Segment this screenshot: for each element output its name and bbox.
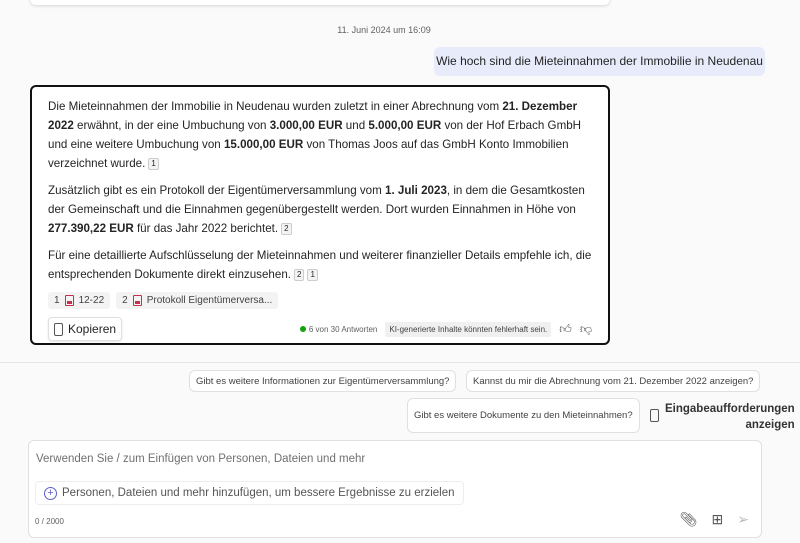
citation[interactable]: 1 [148, 158, 159, 170]
text: Für eine detaillierte Aufschlüsselung de… [48, 249, 592, 281]
suggestion-chip[interactable]: Gibt es weitere Dokumente zu den Mietein… [407, 398, 640, 433]
response-footer: Kopieren 6 von 30 Antworten KI-generiert… [48, 317, 592, 341]
response-paragraph-3: Für eine detaillierte Aufschlüsselung de… [48, 246, 592, 284]
copy-label: Kopieren [68, 322, 117, 336]
pdf-icon [132, 295, 142, 306]
plus-icon: + [44, 486, 57, 500]
attach-icon[interactable]: 📎︎ [680, 511, 698, 528]
pdf-icon [64, 295, 74, 306]
citation[interactable]: 2 [293, 269, 305, 281]
suggestion-chip[interactable]: Kannst du mir die Abrechnung vom 21. Dez… [466, 370, 761, 392]
response-paragraph-1: Die Mieteinnahmen der Immobilie in Neude… [48, 97, 592, 173]
send-icon[interactable]: ➢ [737, 511, 749, 528]
add-context-button[interactable]: + Personen, Dateien und mehr hinzufügen, … [35, 481, 464, 505]
amount: 15.000,00 EUR [223, 138, 304, 151]
message-input-placeholder[interactable]: Verwenden Sie / zum Einfügen von Persone… [36, 453, 365, 465]
references: 1 12-22 2 Protokoll Eigentümerversa... [48, 292, 592, 309]
message-input-box[interactable]: Verwenden Sie / zum Einfügen von Persone… [28, 440, 762, 538]
copy-button[interactable]: Kopieren [48, 317, 123, 341]
text: und [342, 119, 369, 132]
add-context-label: Personen, Dateien und mehr hinzufügen, u… [62, 487, 455, 499]
previous-message-card [30, 0, 610, 5]
amount: 5.000,00 EUR [368, 119, 442, 132]
text: Die Mieteinnahmen der Immobilie in Neude… [48, 100, 503, 113]
copy-icon [54, 322, 63, 336]
citation[interactable]: 2 [281, 223, 292, 235]
char-count: 0 / 2000 [35, 517, 64, 526]
show-prompts-button[interactable]: Eingabeaufforderungen anzeigen [650, 401, 795, 433]
divider [0, 362, 800, 363]
response-card: Die Mieteinnahmen der Immobilie in Neude… [30, 85, 610, 345]
reference-number: 1 [54, 295, 60, 306]
reference-1[interactable]: 1 12-22 [48, 292, 111, 309]
answer-count-text: 6 von 30 Antworten [308, 324, 378, 334]
amount: 277.390,22 EUR [48, 222, 134, 235]
reference-2[interactable]: 2 Protokoll Eigentümerversa... [116, 292, 279, 309]
thumbs-down-icon[interactable]: 👎︎ [580, 322, 592, 337]
status-dot-icon [299, 325, 306, 332]
date: 1. Juli 2023 [385, 184, 447, 197]
text: Zusätzlich gibt es ein Protokoll der Eig… [48, 184, 386, 197]
ai-disclaimer: KI-generierte Inhalte könnten fehlerhaft… [385, 321, 552, 337]
reference-label: Protokoll Eigentümerversa... [146, 295, 273, 306]
user-message: Wie hoch sind die Mieteinnahmen der Immo… [434, 47, 765, 76]
text: erwähnt, in der eine Umbuchung von [73, 119, 270, 132]
citation[interactable]: 1 [307, 269, 318, 281]
apps-icon[interactable]: ⊞ [712, 511, 724, 528]
prompts-label: Eingabeaufforderungen [665, 403, 795, 415]
prompts-label: anzeigen [745, 419, 795, 431]
thumbs-up-icon[interactable]: 👍︎ [559, 322, 572, 337]
answer-count: 6 von 30 Antworten [299, 324, 378, 334]
amount: 3.000,00 EUR [269, 119, 343, 132]
response-paragraph-2: Zusätzlich gibt es ein Protokoll der Eig… [48, 181, 592, 238]
prompt-book-icon [650, 409, 659, 422]
reference-number: 2 [122, 295, 128, 306]
suggestion-chip[interactable]: Gibt es weitere Informationen zur Eigent… [189, 370, 457, 392]
reference-label: 12-22 [78, 295, 105, 306]
text: für das Jahr 2022 berichtet. [133, 222, 279, 235]
timestamp: 11. Juni 2024 um 16:09 [337, 25, 431, 35]
